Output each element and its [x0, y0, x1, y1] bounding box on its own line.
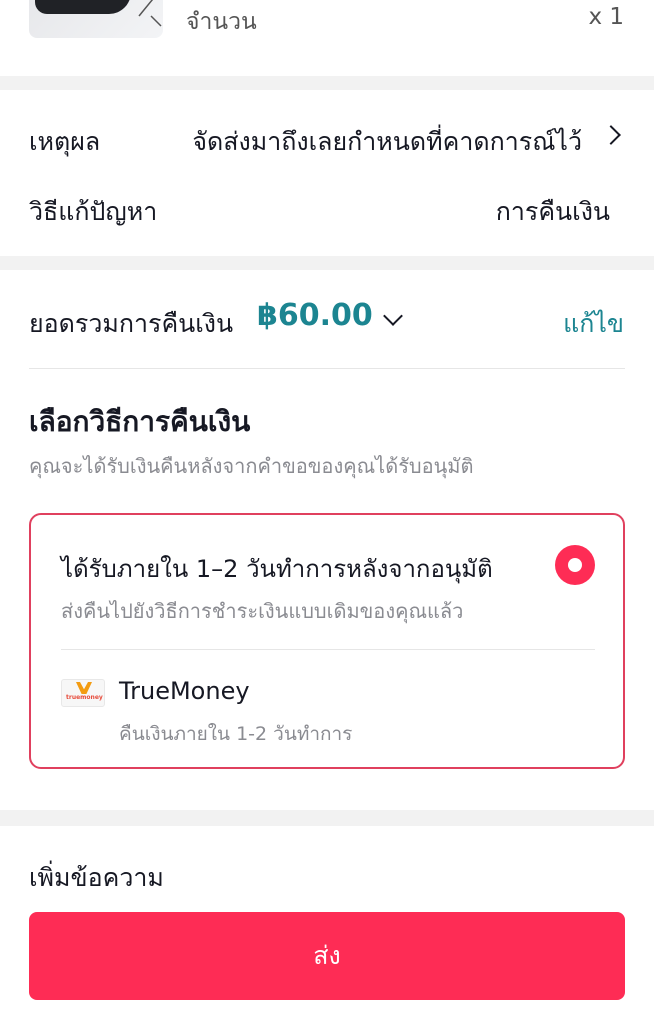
radio-selected-dot — [568, 558, 582, 572]
refund-option-title: ได้รับภายใน 1–2 วันทำการหลังจากอนุมัติ — [61, 555, 493, 583]
section-divider — [0, 810, 654, 826]
reason-section: เหตุผล จัดส่งมาถึงเลยกำหนดที่คาดการณ์ไว้… — [0, 90, 654, 256]
solution-value: การคืนเงิน — [495, 197, 610, 226]
submit-button[interactable]: ส่ง — [29, 912, 625, 1000]
refund-method-subtitle: คุณจะได้รับเงินคืนหลังจากคำขอของคุณได้รั… — [29, 454, 474, 478]
quantity-label: จำนวน — [186, 9, 257, 35]
add-message-label[interactable]: เพิ่มข้อความ — [29, 858, 164, 898]
hanger-icon — [138, 0, 162, 27]
wallet-subtitle: คืนเงินภายใน 1-2 วันทำการ — [119, 723, 353, 745]
refund-total-amount: ฿60.00 — [257, 298, 373, 333]
refund-section: ยอดรวมการคืนเงิน ฿60.00 แก้ไข เลือกวิธีก… — [0, 270, 654, 810]
refund-option-card[interactable]: ได้รับภายใน 1–2 วันทำการหลังจากอนุมัติ ส… — [29, 513, 625, 769]
chevron-right-icon — [601, 125, 621, 145]
chevron-down-icon[interactable] — [383, 306, 403, 326]
reason-label: เหตุผล — [29, 127, 101, 156]
truemoney-logo-text: truemoney — [66, 694, 103, 701]
refund-option-subtitle: ส่งคืนไปยังวิธีการชำระเงินแบบเดิมของคุณแ… — [61, 599, 464, 623]
refund-method-title: เลือกวิธีการคืนเงิน — [29, 405, 251, 438]
refund-option-radio[interactable] — [555, 545, 595, 585]
solution-label: วิธีแก้ปัญหา — [29, 197, 158, 226]
message-section: เพิ่มข้อความ ส่ง — [0, 826, 654, 1030]
product-thumbnail — [29, 0, 163, 38]
reason-row[interactable]: เหตุผล จัดส่งมาถึงเลยกำหนดที่คาดการณ์ไว้ — [0, 90, 654, 180]
product-summary: จำนวน x 1 — [0, 0, 654, 76]
edit-refund-button[interactable]: แก้ไข — [563, 304, 624, 344]
quantity-value: x 1 — [588, 4, 624, 30]
refund-total-label: ยอดรวมการคืนเงิน — [29, 309, 234, 338]
section-divider — [0, 76, 654, 90]
reason-value: จัดส่งมาถึงเลยกำหนดที่คาดการณ์ไว้ — [192, 127, 582, 156]
truemoney-logo-icon: truemoney — [61, 679, 105, 707]
truemoney-mark — [76, 682, 92, 694]
section-divider — [0, 256, 654, 270]
divider — [29, 368, 625, 369]
divider — [61, 649, 595, 650]
wallet-name: TrueMoney — [119, 677, 250, 705]
product-shirt-image — [35, 0, 131, 14]
